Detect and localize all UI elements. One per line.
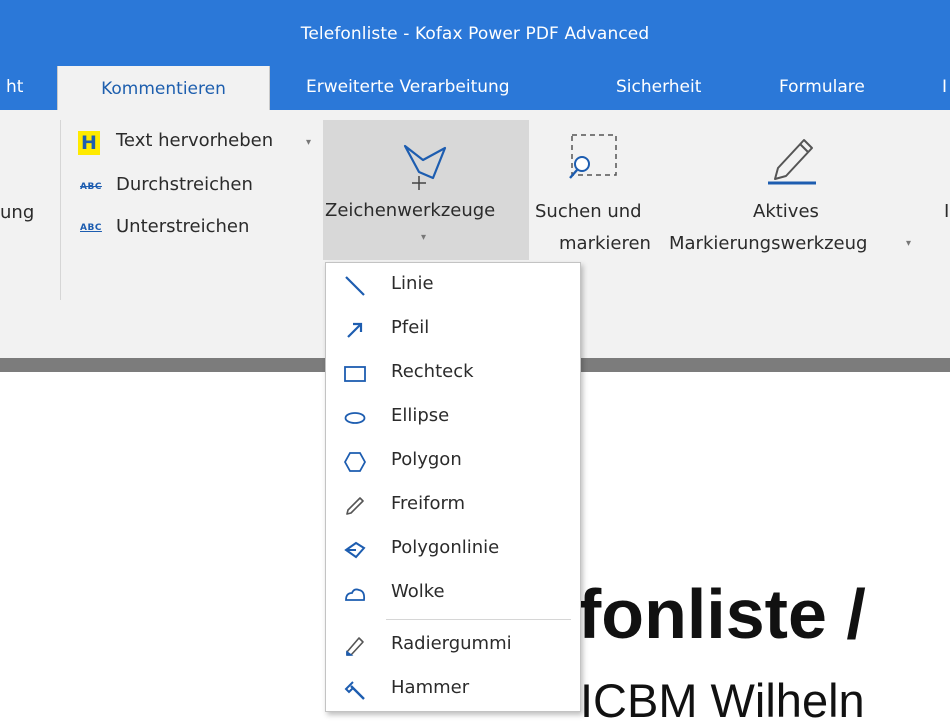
highlight-label: Text hervorheben: [116, 130, 274, 151]
drawing-tools-menu: Linie Pfeil Rechteck Ellipse Polygon Fre…: [325, 262, 581, 712]
menu-item-cloud[interactable]: Wolke: [326, 573, 580, 613]
drawing-tools-button[interactable]: Zeichenwerkzeuge ▾: [323, 120, 529, 260]
active-marking-tool-label-line2: Markierungswerkzeug: [669, 233, 868, 254]
polyline-icon: [344, 541, 366, 559]
menu-item-hammer[interactable]: Hammer: [326, 669, 580, 709]
menu-item-polygon[interactable]: Polygon: [326, 441, 580, 481]
rectangle-icon: [344, 366, 366, 382]
freeform-pencil-icon: [346, 497, 364, 515]
pencil-icon: [768, 139, 816, 185]
menu-item-label: Freiform: [391, 493, 466, 514]
menu-divider: [386, 619, 571, 620]
menu-item-ellipse[interactable]: Ellipse: [326, 397, 580, 437]
menu-item-label: Wolke: [391, 581, 445, 602]
tab-ansicht[interactable]: ht: [6, 62, 23, 110]
menu-item-label: Polygon: [391, 449, 462, 470]
ribbon-cut-label[interactable]: ung: [0, 202, 34, 223]
drawing-tools-label: Zeichenwerkzeuge: [325, 200, 496, 221]
menu-item-label: Pfeil: [391, 317, 430, 338]
menu-item-line[interactable]: Linie: [326, 265, 580, 305]
tab-more[interactable]: I: [942, 62, 947, 110]
menu-item-polyline[interactable]: Polygonlinie: [326, 529, 580, 569]
tab-sicherheit[interactable]: Sicherheit: [616, 62, 701, 110]
menu-item-label: Linie: [391, 273, 434, 294]
menu-item-rectangle[interactable]: Rechteck: [326, 353, 580, 393]
ellipse-icon: [344, 412, 366, 424]
underline-icon: ABC: [80, 223, 102, 233]
document-heading: fonliste /: [578, 575, 866, 653]
arrow-icon: [347, 322, 363, 338]
strikethrough-label: Durchstreichen: [116, 174, 253, 195]
underline-label: Unterstreichen: [116, 216, 250, 237]
menu-item-label: Ellipse: [391, 405, 450, 426]
strikethrough-icon: ABC: [80, 182, 102, 192]
ribbon-tab-bar: ht Kommentieren Erweiterte Verarbeitung …: [0, 62, 950, 110]
menu-item-freeform[interactable]: Freiform: [326, 485, 580, 525]
chevron-down-icon: ▾: [421, 232, 427, 243]
active-marking-tool-label-line1: Aktives: [753, 201, 819, 222]
line-icon: [345, 276, 365, 296]
title-bar: Telefonliste - Kofax Power PDF Advanced: [0, 0, 950, 62]
menu-item-label: Polygonlinie: [391, 537, 500, 558]
menu-item-label: Hammer: [391, 677, 470, 698]
menu-item-label: Rechteck: [391, 361, 474, 382]
tab-kommentieren[interactable]: Kommentieren: [57, 66, 270, 110]
hammer-icon: [344, 681, 365, 700]
menu-item-label: Radiergummi: [391, 633, 512, 654]
highlight-icon: H: [78, 131, 100, 155]
menu-item-arrow[interactable]: Pfeil: [326, 309, 580, 349]
tab-erweiterte-verarbeitung[interactable]: Erweiterte Verarbeitung: [306, 62, 510, 110]
search-and-mark-label-line1: Suchen und: [535, 201, 642, 222]
menu-item-eraser[interactable]: Radiergummi: [326, 625, 580, 665]
search-and-mark-label-line2: markieren: [559, 233, 651, 254]
tab-formulare[interactable]: Formulare: [779, 62, 865, 110]
eraser-icon: [346, 637, 364, 656]
window-title: Telefonliste - Kofax Power PDF Advanced: [300, 24, 650, 44]
chevron-down-icon[interactable]: ▾: [906, 238, 911, 249]
cloud-icon: [345, 588, 366, 601]
search-select-icon: [569, 134, 617, 179]
ribbon-cut-label-right[interactable]: I: [944, 201, 949, 222]
polygon-icon: [344, 452, 366, 472]
group-divider: [60, 120, 61, 300]
polygon-pen-icon: [403, 144, 447, 190]
chevron-down-icon[interactable]: ▾: [306, 137, 311, 148]
document-subheading: ICBM Wilheln: [580, 674, 865, 727]
